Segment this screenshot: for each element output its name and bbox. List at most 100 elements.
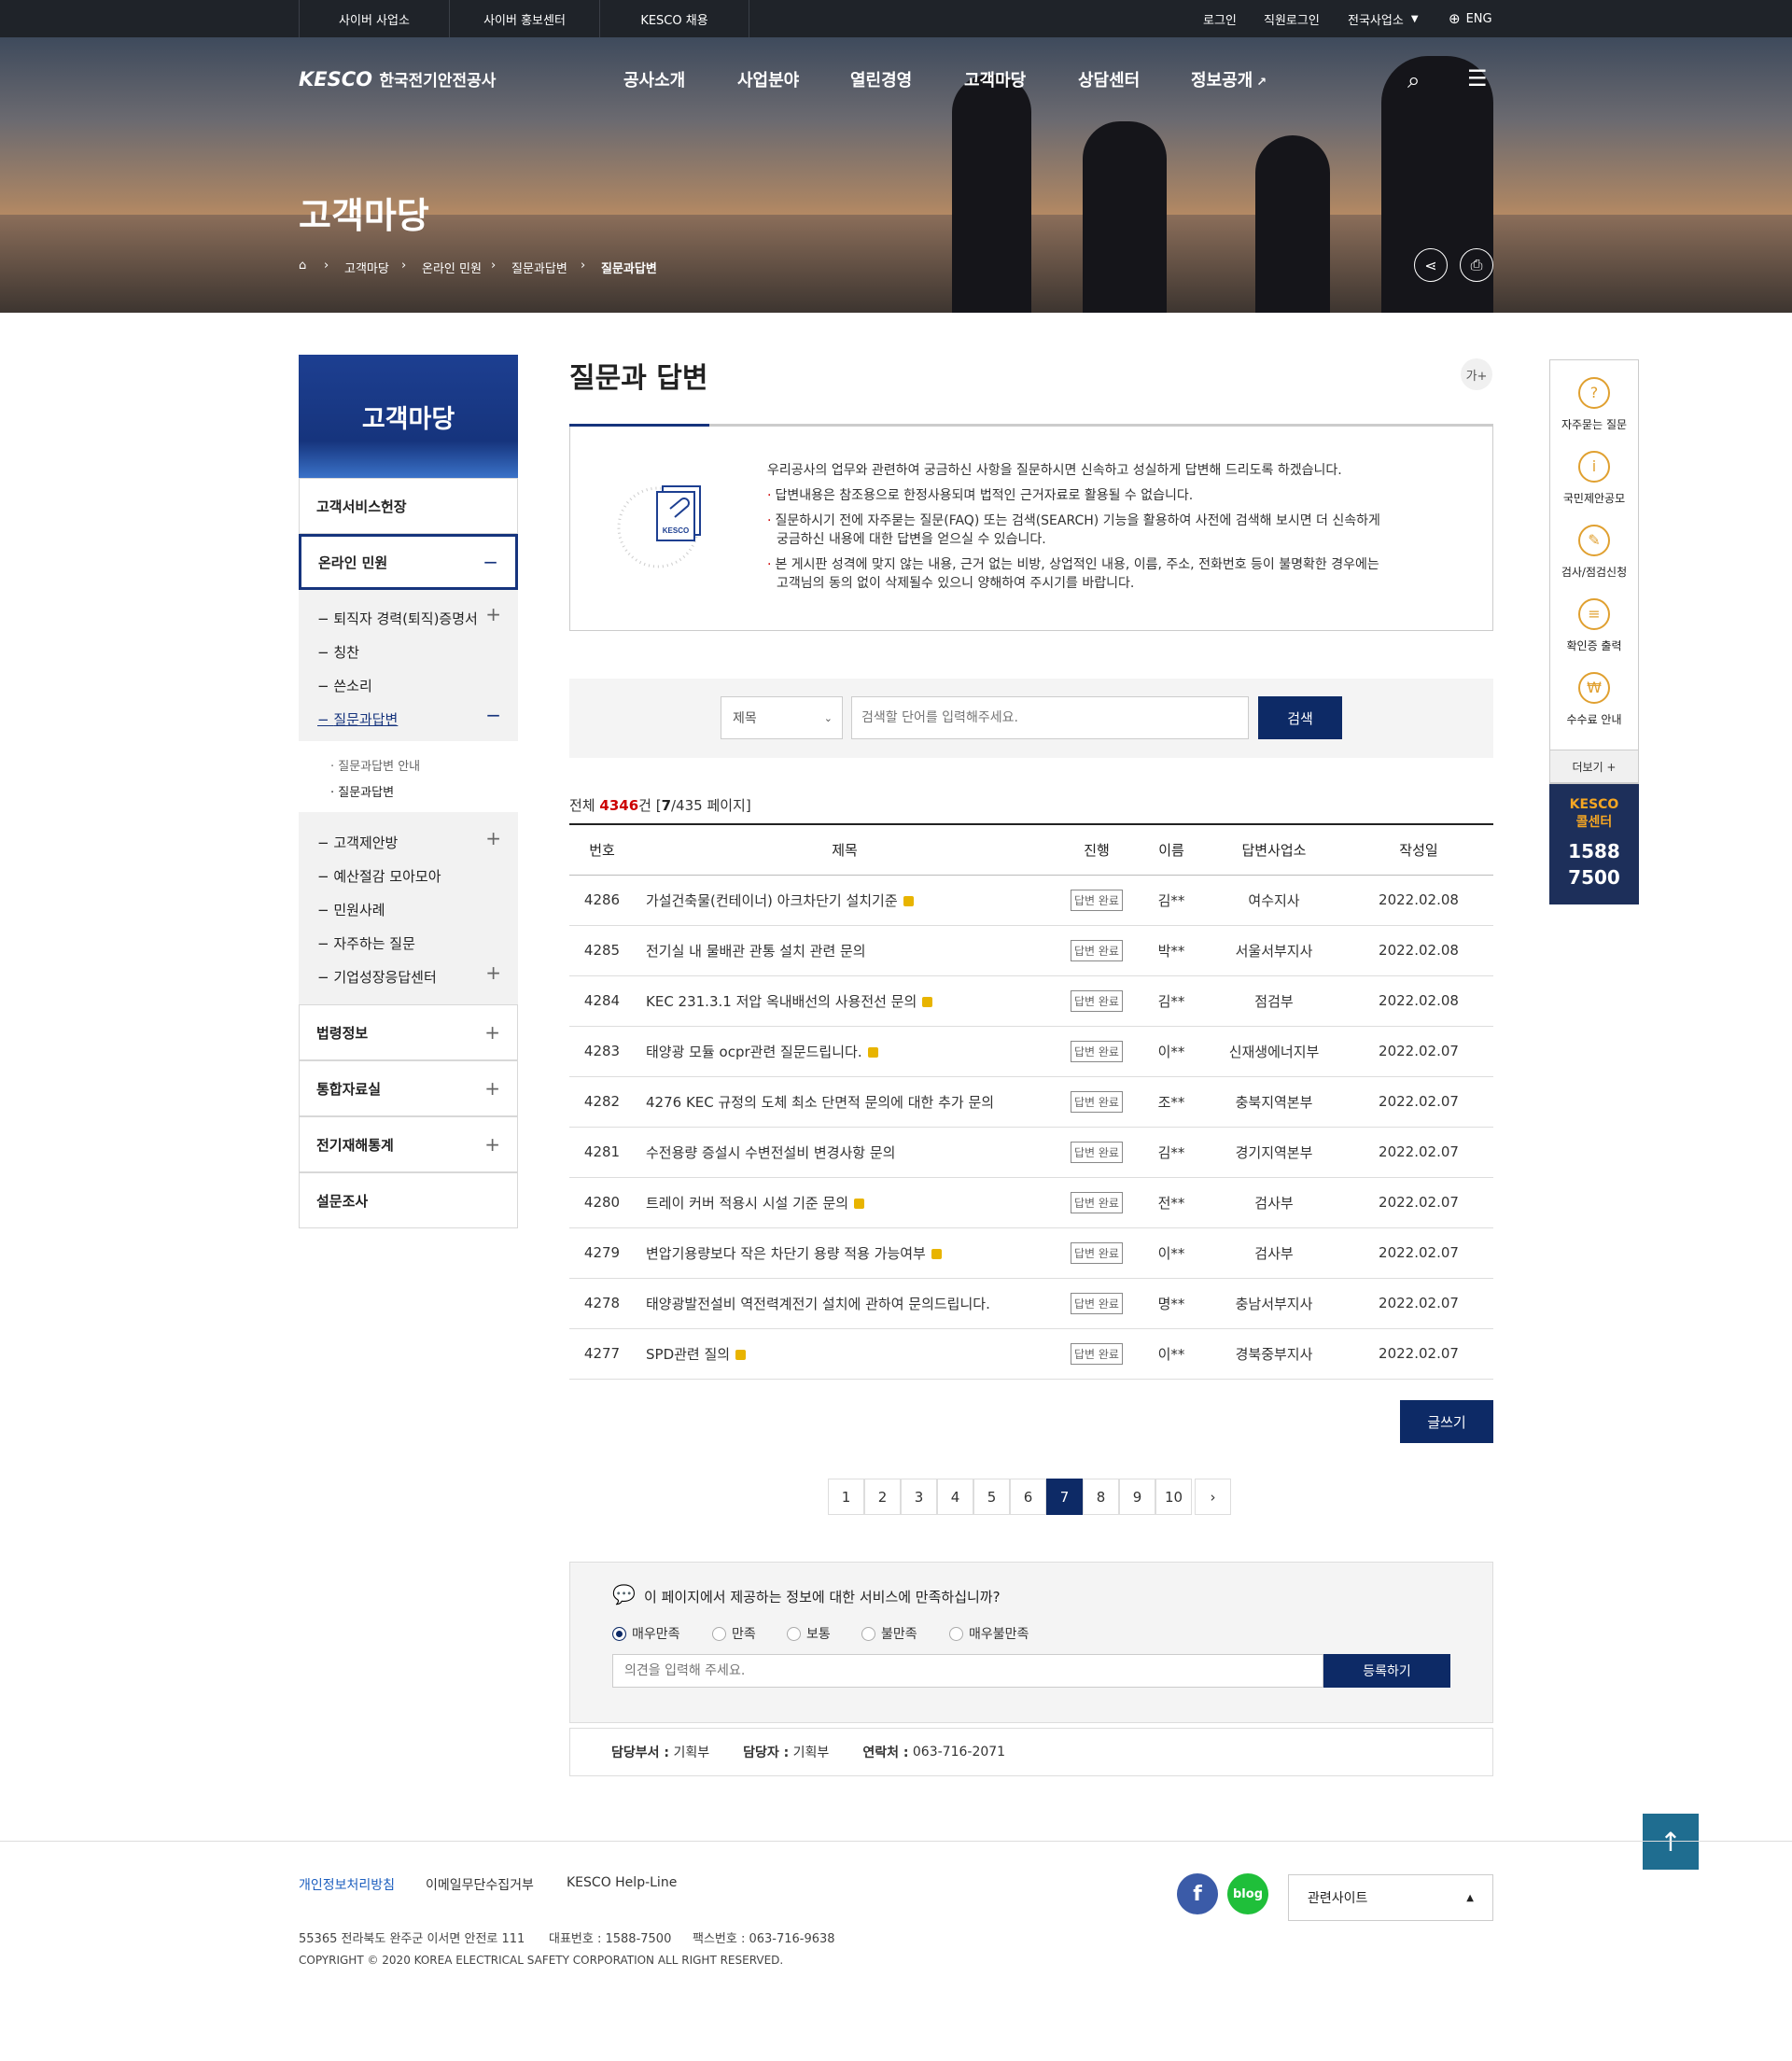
table-row[interactable]: 4279 변압기용량보다 작은 차단기 용량 적용 가능여부 답변 완료 이** 검사부… — [569, 1227, 1493, 1279]
plus-icon[interactable]: + — [485, 961, 501, 984]
page-5-button[interactable]: 5 — [973, 1479, 1010, 1515]
search-type-select[interactable]: 제목 ⌄ — [721, 696, 843, 739]
row-title[interactable]: 태양광 모듈 ocpr관련 질문드립니다. — [646, 1044, 862, 1060]
sidebar-subitem-praise[interactable]: − 칭찬 — [317, 642, 359, 662]
login-link[interactable]: 로그인 — [1203, 0, 1237, 37]
row-title-cell[interactable]: 태양광발전설비 역전력계전기 설치에 관하여 문의드립니다. — [635, 1278, 1055, 1329]
quick-cert[interactable]: ≡ 확인증 출력 — [1550, 598, 1638, 653]
footer-helpline-link[interactable]: KESCO Help-Line — [567, 1875, 677, 1890]
sidebar-item-data[interactable]: 통합자료실 + — [299, 1060, 518, 1116]
sidebar-item-survey[interactable]: 설문조사 — [299, 1172, 518, 1228]
row-title[interactable]: 태양광발전설비 역전력계전기 설치에 관하여 문의드립니다. — [646, 1296, 990, 1312]
table-row[interactable]: 4277 SPD관련 질의 답변 완료 이** 경북중부지사 2022.02.07 — [569, 1328, 1493, 1380]
radio-very-unsatisfied[interactable]: 매우불만족 — [949, 1624, 1029, 1643]
page-7-button[interactable]: 7 — [1046, 1479, 1083, 1515]
plus-icon[interactable]: + — [485, 603, 501, 625]
sidebar-subitem-proposal[interactable]: − 고객제안방 — [317, 833, 398, 852]
breadcrumb-4[interactable]: 질문과답변 — [601, 259, 657, 276]
breadcrumb-3[interactable]: 질문과답변 — [511, 259, 567, 276]
table-row[interactable]: 4280 트레이 커버 적용시 시설 기준 문의 답변 완료 전** 검사부 2022.0… — [569, 1177, 1493, 1228]
quick-fee[interactable]: ₩ 수수료 안내 — [1550, 672, 1638, 727]
row-title-cell[interactable]: 전기실 내 물배관 관통 설치 관련 문의 — [635, 925, 1055, 976]
sidebar-subitem-qna[interactable]: − 질문과답변 — [317, 709, 398, 729]
sidebar-subsub-guide[interactable]: · 질문과답변 안내 — [330, 756, 420, 774]
table-row[interactable]: 4283 태양광 모듈 ocpr관련 질문드립니다. 답변 완료 이** 신재생에너지부… — [569, 1026, 1493, 1077]
gnb-item-business[interactable]: 사업분야 — [737, 67, 799, 91]
row-title[interactable]: 수전용량 증설시 수변전설비 변경사항 문의 — [646, 1144, 895, 1161]
quick-inspection[interactable]: ✎ 검사/점검신청 — [1550, 525, 1638, 580]
table-row[interactable]: 4284 KEC 231.3.1 저압 옥내배선의 사용전선 문의 답변 완료 김**… — [569, 975, 1493, 1027]
quick-faq[interactable]: ? 자주묻는 질문 — [1550, 377, 1638, 432]
sidebar-subitem-faq[interactable]: − 자주하는 질문 — [317, 933, 415, 953]
gnb-item-about[interactable]: 공사소개 — [623, 67, 685, 91]
row-title-cell[interactable]: KEC 231.3.1 저압 옥내배선의 사용전선 문의 — [635, 975, 1055, 1027]
row-title-cell[interactable]: 변압기용량보다 작은 차단기 용량 적용 가능여부 — [635, 1227, 1055, 1279]
footer-email-link[interactable]: 이메일무단수집거부 — [426, 1875, 534, 1894]
page-10-button[interactable]: 10 — [1155, 1479, 1192, 1515]
breadcrumb-1[interactable]: 고객마당 — [344, 259, 389, 276]
util-tab-cyber-pr[interactable]: 사이버 홍보센터 — [449, 0, 599, 37]
share-icon[interactable]: ⋖ — [1414, 248, 1448, 282]
gnb-item-disclosure[interactable]: 정보공개 ↗ — [1191, 67, 1267, 91]
page-2-button[interactable]: 2 — [864, 1479, 901, 1515]
row-title[interactable]: 변압기용량보다 작은 차단기 용량 적용 가능여부 — [646, 1245, 926, 1262]
row-title[interactable]: 전기실 내 물배관 관통 설치 관련 문의 — [646, 943, 866, 960]
sidebar-item-online[interactable]: 온라인 민원 − — [299, 534, 518, 590]
gnb-item-management[interactable]: 열린경영 — [850, 67, 912, 91]
row-title[interactable]: SPD관련 질의 — [646, 1346, 730, 1363]
radio-very-satisfied[interactable]: 매우만족 — [612, 1624, 680, 1643]
sidebar-subitem-budget[interactable]: − 예산절감 모아모아 — [317, 866, 441, 886]
submit-survey-button[interactable]: 등록하기 — [1323, 1654, 1450, 1688]
row-title-cell[interactable]: 가설건축물(컨테이너) 아크차단기 설치기준 — [635, 875, 1055, 926]
logo[interactable]: KESCO 한국전기안전공사 — [299, 67, 496, 91]
util-tab-cyber-office[interactable]: 사이버 사업소 — [299, 0, 449, 37]
row-title-cell[interactable]: SPD관련 질의 — [635, 1328, 1055, 1380]
row-title[interactable]: KEC 231.3.1 저압 옥내배선의 사용전선 문의 — [646, 993, 917, 1010]
row-title-cell[interactable]: 4276 KEC 규정의 도체 최소 단면적 문의에 대한 추가 문의 — [635, 1076, 1055, 1128]
page-9-button[interactable]: 9 — [1119, 1479, 1155, 1515]
table-row[interactable]: 4278 태양광발전설비 역전력계전기 설치에 관하여 문의드립니다. 답변 완료 명… — [569, 1278, 1493, 1329]
radio-normal[interactable]: 보통 — [787, 1624, 831, 1643]
search-icon[interactable]: ⌕ — [1407, 67, 1420, 93]
home-icon[interactable]: ⌂ — [299, 259, 306, 273]
row-title-cell[interactable]: 태양광 모듈 ocpr관련 질문드립니다. — [635, 1026, 1055, 1077]
staff-login-link[interactable]: 직원로그인 — [1264, 0, 1320, 37]
row-title-cell[interactable]: 수전용량 증설시 수변전설비 변경사항 문의 — [635, 1127, 1055, 1178]
page-4-button[interactable]: 4 — [937, 1479, 973, 1515]
table-row[interactable]: 4281 수전용량 증설시 수변전설비 변경사항 문의 답변 완료 김** 경기지역본부… — [569, 1127, 1493, 1178]
table-row[interactable]: 4282 4276 KEC 규정의 도체 최소 단면적 문의에 대한 추가 문의 답… — [569, 1076, 1493, 1128]
write-button[interactable]: 글쓰기 — [1400, 1400, 1493, 1443]
print-icon[interactable]: ⎙ — [1460, 248, 1493, 282]
sidebar-subsub-qna[interactable]: · 질문과답변 — [330, 782, 394, 800]
quick-more-button[interactable]: 더보기 + — [1549, 750, 1639, 783]
sidebar-subitem-cert[interactable]: − 퇴직자 경력(퇴직)증명서 — [317, 609, 478, 628]
plus-icon[interactable]: + — [485, 827, 501, 849]
opinion-input[interactable] — [612, 1654, 1323, 1688]
menu-icon[interactable]: ☰ — [1467, 65, 1488, 91]
offices-dropdown[interactable]: 전국사업소 ▼ — [1348, 0, 1419, 37]
footer-privacy-link[interactable]: 개인정보처리방침 — [299, 1875, 395, 1894]
gnb-item-customer[interactable]: 고객마당 — [964, 67, 1026, 91]
util-tab-recruit[interactable]: KESCO 채용 — [599, 0, 749, 37]
sidebar-item-law[interactable]: 법령정보 + — [299, 1004, 518, 1060]
minus-icon[interactable]: − — [485, 704, 501, 726]
breadcrumb-2[interactable]: 온라인 민원 — [422, 259, 482, 276]
gnb-item-counsel[interactable]: 상담센터 — [1078, 67, 1140, 91]
radio-satisfied[interactable]: 만족 — [712, 1624, 756, 1643]
search-input[interactable] — [851, 696, 1249, 739]
sidebar-subitem-complaint[interactable]: − 쓴소리 — [317, 676, 372, 695]
next-page-button[interactable]: › — [1195, 1479, 1231, 1515]
lang-switch[interactable]: ⊕ ENG — [1449, 0, 1492, 37]
page-6-button[interactable]: 6 — [1010, 1479, 1046, 1515]
table-row[interactable]: 4286 가설건축물(컨테이너) 아크차단기 설치기준 답변 완료 김** 여수지사 20… — [569, 875, 1493, 926]
radio-unsatisfied[interactable]: 불만족 — [861, 1624, 917, 1643]
row-title[interactable]: 가설건축물(컨테이너) 아크차단기 설치기준 — [646, 892, 898, 909]
page-8-button[interactable]: 8 — [1083, 1479, 1119, 1515]
page-3-button[interactable]: 3 — [901, 1479, 937, 1515]
table-row[interactable]: 4285 전기실 내 물배관 관통 설치 관련 문의 답변 완료 박** 서울서부지사 2… — [569, 925, 1493, 976]
search-button[interactable]: 검색 — [1258, 696, 1342, 739]
sidebar-subitem-growth[interactable]: − 기업성장응답센터 — [317, 967, 437, 987]
row-title[interactable]: 트레이 커버 적용시 시설 기준 문의 — [646, 1195, 848, 1212]
facebook-icon[interactable]: f — [1177, 1873, 1218, 1914]
sidebar-item-charter[interactable]: 고객서비스헌장 — [299, 478, 518, 534]
